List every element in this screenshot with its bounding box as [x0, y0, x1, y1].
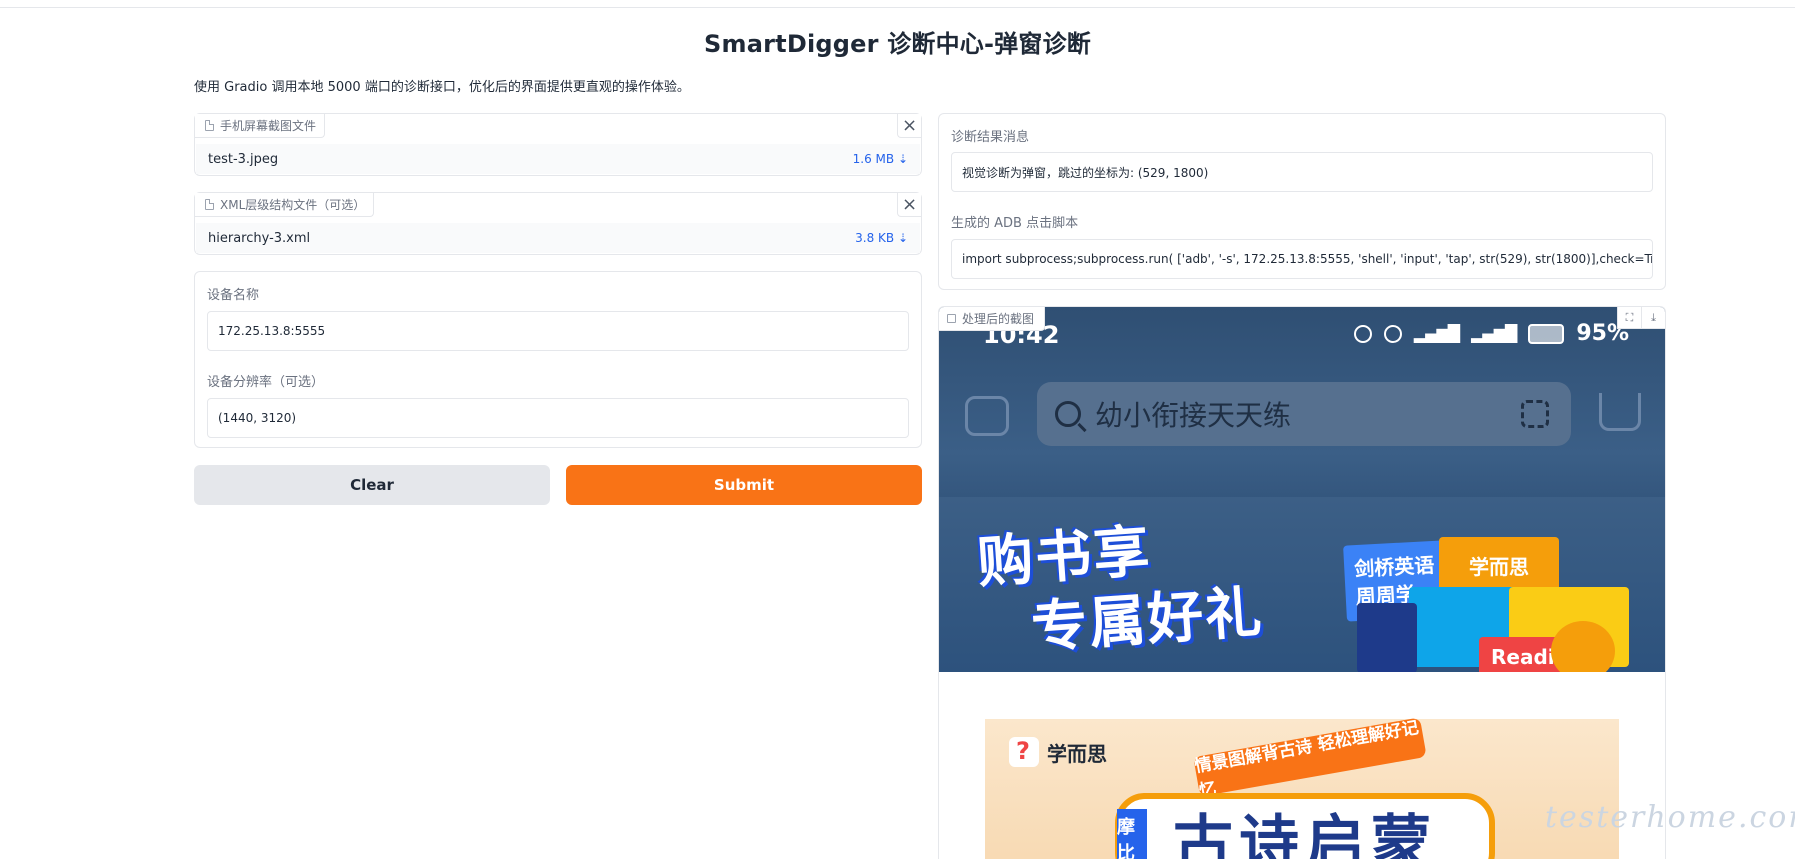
ad-title: 古诗启蒙 [1115, 793, 1495, 859]
page-description: 使用 Gradio 调用本地 5000 端口的诊断接口，优化后的界面提供更直观的… [194, 80, 690, 95]
fullscreen-button[interactable]: ⛶ [1617, 307, 1641, 329]
device-info-panel: 设备名称 172.25.13.8:5555 设备分辨率（可选） (1440, 3… [194, 271, 922, 448]
ad-side-tag: 摩比 [1117, 809, 1147, 859]
signal-icon: ▂▄▆█ [1413, 324, 1460, 343]
book-title: 剑桥英语 [1353, 552, 1435, 582]
xml-file-upload[interactable]: XML层级结构文件（可选） × hierarchy-3.xml 3.8 KB ⇣ [194, 192, 922, 255]
phone-search-text: 幼小衔接天天练 [1095, 399, 1292, 432]
screenshot-file-row: test-3.jpeg 1.6 MB ⇣ [196, 144, 920, 174]
promo-text-line2: 专属好礼 [1029, 579, 1266, 662]
brand-logo: 学而思 [1009, 737, 1107, 767]
screenshot-download-link[interactable]: 1.6 MB ⇣ [853, 152, 908, 166]
status-indicators: ▂▄▆█ ▂▄▆█ 95% [1353, 321, 1629, 346]
search-icon [1055, 401, 1081, 427]
alarm-icon [1353, 324, 1372, 343]
download-icon: ⤓ [1651, 310, 1656, 324]
result-message-label: 诊断结果消息 [951, 130, 1030, 145]
book-cover [1357, 603, 1417, 673]
battery-icon [1528, 323, 1565, 344]
location-icon [1383, 324, 1402, 343]
screenshot-file-upload[interactable]: 手机屏幕截图文件 × test-3.jpeg 1.6 MB ⇣ [194, 113, 922, 176]
processed-image-label-text: 处理后的截图 [962, 312, 1035, 326]
ad-ribbon: 情景图解背古诗 轻松理解好记忆 [1193, 717, 1427, 802]
submit-button[interactable]: Submit [566, 465, 922, 505]
close-icon: × [901, 194, 918, 215]
processed-image-label: 处理后的截图 [939, 307, 1046, 331]
screenshot-file-label-text: 手机屏幕截图文件 [220, 119, 317, 133]
adb-script-output[interactable]: import subprocess;subprocess.run( ['adb'… [951, 239, 1653, 279]
popup-ad-card: 学而思 情景图解背古诗 轻松理解好记忆 摩比 古诗启蒙 [985, 717, 1619, 859]
scan-icon [1521, 400, 1549, 428]
resolution-input[interactable]: (1440, 3120) [207, 398, 909, 438]
remove-xml-button[interactable]: × [897, 193, 921, 217]
clear-button[interactable]: Clear [194, 465, 550, 505]
cart-icon [1599, 393, 1641, 431]
image-toolbar: ⛶ ⤓ [1617, 307, 1665, 329]
device-name-input[interactable]: 172.25.13.8:5555 [207, 311, 909, 351]
xml-file-label-text: XML层级结构文件（可选） [220, 198, 366, 212]
xml-file-name: hierarchy-3.xml [208, 230, 311, 246]
xml-download-link[interactable]: 3.8 KB ⇣ [855, 231, 908, 245]
processed-image-panel: 处理后的截图 ⛶ ⤓ 10:42 ▂▄▆█ ▂▄▆█ 95% 幼小衔接天天练 剑… [938, 306, 1666, 859]
page-title: SmartDigger 诊断中心-弹窗诊断 [704, 30, 1091, 58]
download-button[interactable]: ⤓ [1641, 307, 1665, 329]
logo-icon [1009, 737, 1039, 767]
logo-text: 学而思 [1047, 741, 1107, 766]
file-icon [205, 120, 214, 131]
book-title: 学而思 [1469, 555, 1529, 579]
screenshot-file-name: test-3.jpeg [208, 151, 279, 167]
file-icon [205, 199, 214, 210]
remove-screenshot-button[interactable]: × [897, 114, 921, 138]
screenshot-file-label: 手机屏幕截图文件 [195, 114, 326, 138]
result-panel: 诊断结果消息 视觉诊断为弹窗，跳过的坐标为: (529, 1800) 生成的 A… [938, 113, 1666, 290]
watermark: testerhome.com [1545, 800, 1795, 835]
phone-screenshot-header: 10:42 ▂▄▆█ ▂▄▆█ 95% 幼小衔接天天练 剑桥英语 周周学 学而思 … [939, 307, 1665, 681]
resolution-label: 设备分辨率（可选） [207, 375, 325, 390]
xml-file-row: hierarchy-3.xml 3.8 KB ⇣ [196, 223, 920, 253]
image-icon [947, 314, 956, 323]
device-name-label: 设备名称 [207, 288, 260, 303]
signal-icon-2: ▂▄▆█ [1471, 324, 1517, 343]
message-box-icon [965, 396, 1009, 436]
close-icon: × [901, 115, 918, 136]
result-message-output[interactable]: 视觉诊断为弹窗，跳过的坐标为: (529, 1800) [951, 152, 1653, 192]
adb-script-label: 生成的 ADB 点击脚本 [951, 216, 1079, 231]
phone-search-bar: 幼小衔接天天练 [1037, 382, 1571, 446]
fullscreen-icon: ⛶ [1625, 310, 1634, 324]
top-divider [0, 7, 1795, 8]
xml-file-label: XML层级结构文件（可选） [195, 193, 375, 217]
